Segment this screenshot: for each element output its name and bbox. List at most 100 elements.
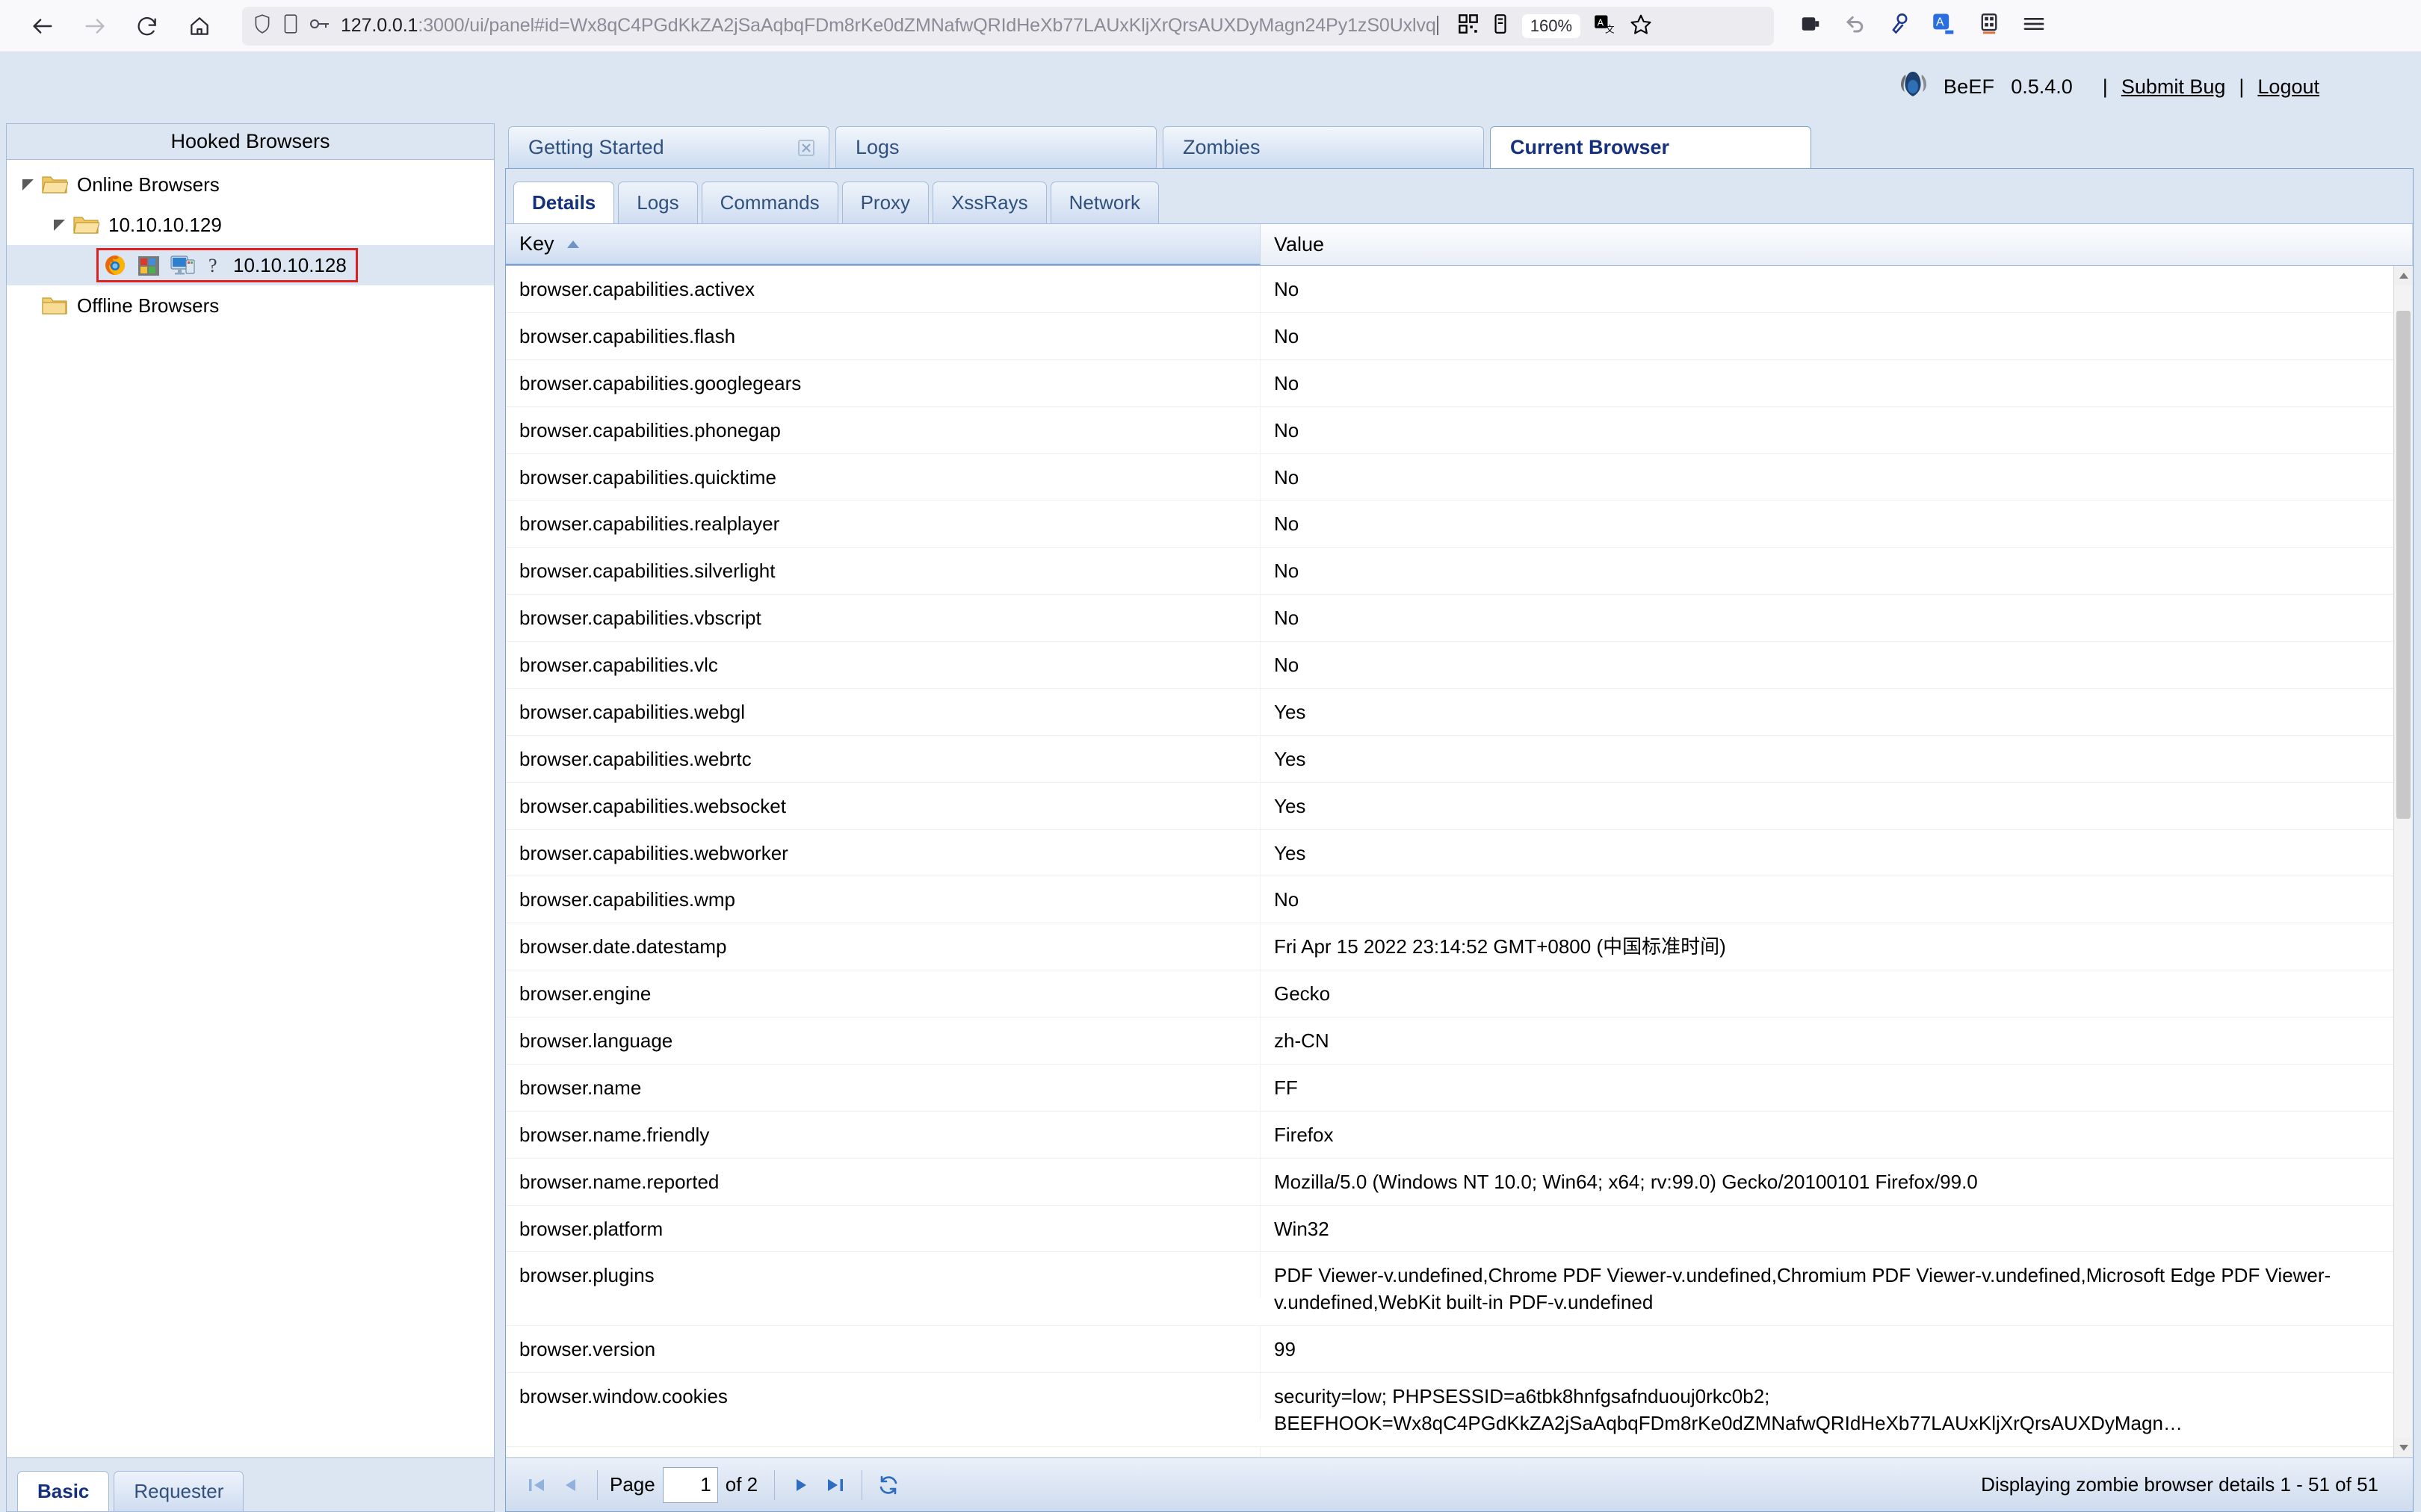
table-row[interactable]: browser.version 99 xyxy=(506,1326,2413,1373)
row-key-cell: browser.capabilities.phonegap xyxy=(506,406,1261,453)
tab-basic[interactable]: Basic xyxy=(17,1471,110,1511)
translate-extension-icon[interactable]: A xyxy=(1932,12,1956,40)
submit-bug-link[interactable]: Submit Bug xyxy=(2121,75,2226,99)
selected-node-highlight: ? 10.10.10.128 xyxy=(96,248,358,282)
table-row[interactable]: browser.capabilities.websocket Yes xyxy=(506,782,2413,830)
column-header-key[interactable]: Key xyxy=(506,224,1261,265)
translate-icon[interactable]: A文 xyxy=(1594,13,1616,38)
table-row[interactable]: browser.window.cookies security=low; PHPS… xyxy=(506,1373,2413,1447)
reload-icon[interactable] xyxy=(124,3,170,49)
forward-arrow-icon[interactable] xyxy=(72,3,118,49)
tree-node-offline-browsers[interactable]: Offline Browsers xyxy=(7,285,494,326)
table-row[interactable]: browser.engine Gecko xyxy=(506,970,2413,1017)
save-to-pocket-icon[interactable] xyxy=(1492,13,1509,38)
table-row[interactable]: browser.plugins PDF Viewer-v.undefined,Ch… xyxy=(506,1252,2413,1327)
row-key-cell: browser.version xyxy=(506,1326,1261,1372)
unknown-question-icon: ? xyxy=(205,253,223,277)
tab-zombies-label: Zombies xyxy=(1183,136,1261,158)
close-icon[interactable] xyxy=(797,139,815,157)
hamburger-menu-icon[interactable] xyxy=(2022,12,2046,40)
zoom-level-badge[interactable]: 160% xyxy=(1521,13,1581,38)
url-path: :3000/ui/panel#id=Wx8qC4PGdKkZA2jSaAqbqF… xyxy=(418,15,1436,36)
undo-arrow-icon[interactable] xyxy=(1844,13,1867,39)
pager-status-text: Displaying zombie browser details 1 - 51… xyxy=(1981,1473,2378,1496)
subtab-xssrays[interactable]: XssRays xyxy=(933,182,1047,223)
tab-logs[interactable]: Logs xyxy=(835,126,1157,168)
subtab-proxy[interactable]: Proxy xyxy=(841,182,930,223)
last-page-button[interactable] xyxy=(818,1468,853,1502)
subtab-details[interactable]: Details xyxy=(513,182,615,223)
sort-ascending-icon xyxy=(566,239,580,250)
key-extension-icon[interactable] xyxy=(1889,13,1910,39)
table-row[interactable]: browser.capabilities.realplayer No xyxy=(506,501,2413,548)
table-row[interactable]: browser.capabilities.googlegears No xyxy=(506,359,2413,407)
row-value-cell: No xyxy=(1274,418,1299,441)
table-row[interactable]: browser.name FF xyxy=(506,1064,2413,1112)
tree-node-10-10-10-128[interactable]: ? 10.10.10.128 xyxy=(7,245,494,285)
page-number-input[interactable] xyxy=(662,1466,718,1503)
url-text[interactable]: 127.0.0.1:3000/ui/panel#id=Wx8qC4PGdKkZA… xyxy=(341,15,1438,37)
expander-collapse-icon[interactable] xyxy=(50,215,69,235)
subtab-network[interactable]: Network xyxy=(1050,182,1159,223)
scroll-up-icon[interactable] xyxy=(2394,266,2413,285)
pager-divider-1 xyxy=(597,1469,598,1500)
row-value-cell: Gecko xyxy=(1274,982,1331,1006)
table-row[interactable]: browser.capabilities.quicktime No xyxy=(506,453,2413,501)
refresh-button[interactable] xyxy=(871,1468,906,1502)
hooked-browsers-panel: Hooked Browsers Online Browsers 10.10.10… xyxy=(6,123,495,1512)
tab-current-browser[interactable]: Current Browser xyxy=(1490,126,1811,168)
address-bar[interactable]: 127.0.0.1:3000/ui/panel#id=Wx8qC4PGdKkZA… xyxy=(242,6,1774,46)
table-row[interactable]: browser.capabilities.webworker Yes xyxy=(506,829,2413,877)
address-bar-icons xyxy=(253,13,330,38)
subtab-commands[interactable]: Commands xyxy=(701,182,838,223)
extensions-puzzle-icon[interactable] xyxy=(1979,13,2000,39)
logout-link[interactable]: Logout xyxy=(2257,75,2319,99)
reader-view-icon[interactable] xyxy=(282,13,299,38)
home-icon[interactable] xyxy=(176,3,223,49)
row-key-cell: browser.name.friendly xyxy=(506,1111,1261,1158)
grid-vertical-scrollbar[interactable] xyxy=(2393,266,2413,1457)
table-row[interactable]: browser.capabilities.wmp No xyxy=(506,876,2413,924)
row-key-cell: browser.capabilities.silverlight xyxy=(506,548,1261,595)
column-header-value[interactable]: Value xyxy=(1261,224,2413,265)
table-row[interactable]: browser.name.friendly Firefox xyxy=(506,1111,2413,1159)
beef-header: BeEF 0.5.4.0 | Submit Bug | Logout xyxy=(0,52,2421,121)
table-row[interactable]: browser.capabilities.phonegap No xyxy=(506,406,2413,454)
table-row[interactable]: browser.capabilities.flash No xyxy=(506,312,2413,360)
tab-zombies[interactable]: Zombies xyxy=(1163,126,1484,168)
table-row[interactable]: browser.capabilities.vlc No xyxy=(506,642,2413,689)
scrollbar-thumb[interactable] xyxy=(2396,311,2411,819)
tree-node-10-10-10-129[interactable]: 10.10.10.129 xyxy=(7,205,494,245)
previous-page-button[interactable] xyxy=(554,1468,588,1502)
qr-code-icon[interactable] xyxy=(1458,13,1479,38)
back-arrow-icon[interactable] xyxy=(19,3,66,49)
table-row[interactable]: browser.capabilities.silverlight No xyxy=(506,548,2413,595)
scroll-down-icon[interactable] xyxy=(2394,1438,2413,1457)
screenshot-icon[interactable] xyxy=(1799,13,1822,39)
row-key-cell: browser.name.reported xyxy=(506,1158,1261,1205)
row-value-cell: Yes xyxy=(1274,747,1306,770)
key-icon[interactable] xyxy=(309,16,330,36)
table-row[interactable]: browser.capabilities.vbscript No xyxy=(506,595,2413,642)
row-key-cell: browser.name xyxy=(506,1064,1261,1111)
table-row[interactable]: browser.name.reported Mozilla/5.0 (Window… xyxy=(506,1158,2413,1206)
table-row[interactable]: browser.capabilities.webgl Yes xyxy=(506,688,2413,736)
bookmark-star-icon[interactable] xyxy=(1630,13,1652,39)
table-row[interactable]: browser.capabilities.activex No xyxy=(506,266,2413,313)
tab-getting-started[interactable]: Getting Started xyxy=(508,126,829,168)
table-row[interactable]: browser.language zh-CN xyxy=(506,1017,2413,1065)
shield-icon[interactable] xyxy=(253,13,272,38)
next-page-button[interactable] xyxy=(784,1468,818,1502)
subtab-logs[interactable]: Logs xyxy=(618,182,698,223)
tab-requester[interactable]: Requester xyxy=(114,1471,244,1511)
table-row[interactable]: browser.window.hostname10.10.10.129 xyxy=(506,1446,2413,1457)
table-row[interactable]: browser.platform Win32 xyxy=(506,1205,2413,1253)
main-panel: Getting Started Logs Zombies Current Bro… xyxy=(505,123,2414,1512)
grid-rows-container: browser.capabilities.activex No browser.ca… xyxy=(506,266,2413,1457)
tree-node-online-browsers[interactable]: Online Browsers xyxy=(7,164,494,205)
first-page-button[interactable] xyxy=(519,1468,554,1502)
expander-collapse-icon[interactable] xyxy=(19,175,38,194)
table-row[interactable]: browser.date.datestamp Fri Apr 15 2022 23… xyxy=(506,923,2413,971)
table-row[interactable]: browser.capabilities.webrtc Yes xyxy=(506,735,2413,783)
row-value-cell: Mozilla/5.0 (Windows NT 10.0; Win64; x64… xyxy=(1274,1170,1978,1193)
